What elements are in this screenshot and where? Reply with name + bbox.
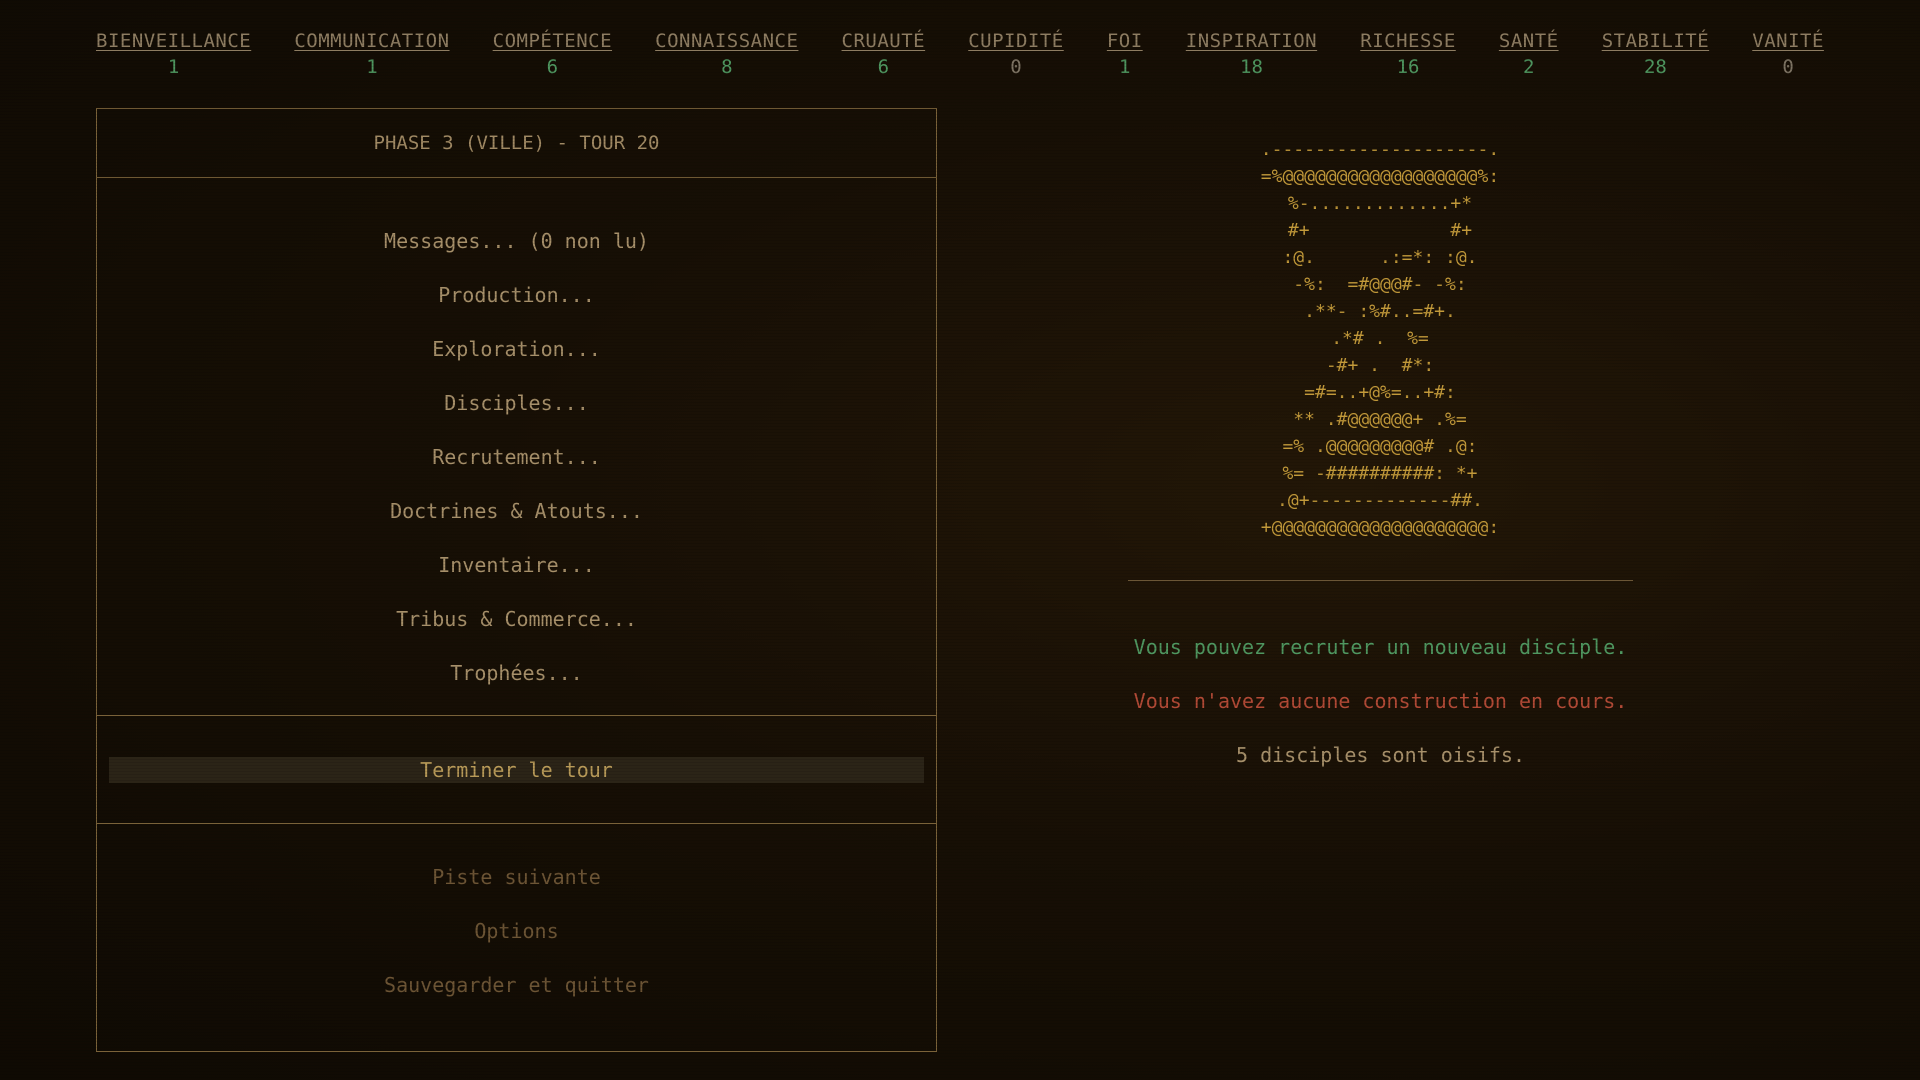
menu-item-inventaire[interactable]: Inventaire... [97,538,936,592]
stat-name[interactable]: BIENVEILLANCE [96,28,251,54]
stat-cruaute[interactable]: CRUAUTÉ 6 [842,28,926,80]
menu-item-messages[interactable]: Messages... (0 non lu) [97,214,936,268]
stat-value: 2 [1523,56,1535,78]
end-turn-section: Terminer le tour [97,716,936,824]
save-and-quit-button[interactable]: Sauvegarder et quitter [97,958,936,1012]
stat-name[interactable]: CRUAUTÉ [842,28,926,54]
stat-name[interactable]: CUPIDITÉ [968,28,1064,54]
stat-name[interactable]: CONNAISSANCE [655,28,798,54]
system-menu: Piste suivante Options Sauvegarder et qu… [97,824,936,1012]
options-button[interactable]: Options [97,904,936,958]
stat-foi[interactable]: FOI 1 [1107,28,1143,80]
menu-item-trophees[interactable]: Trophées... [97,646,936,700]
menu-item-doctrines[interactable]: Doctrines & Atouts... [97,484,936,538]
menu-item-recrutement[interactable]: Recrutement... [97,430,936,484]
menu-item-production[interactable]: Production... [97,268,936,322]
next-track-button[interactable]: Piste suivante [97,850,936,904]
stat-value: 1 [1119,56,1131,78]
stats-bar: BIENVEILLANCE 1 COMMUNICATION 1 COMPÉTEN… [96,28,1824,80]
stat-name[interactable]: INSPIRATION [1186,28,1317,54]
stat-value: 6 [877,56,890,78]
main-menu-panel: PHASE 3 (VILLE) - TOUR 20 Messages... (0… [96,108,937,1052]
ascii-art-text: .--------------------. =%@@@@@@@@@@@@@@@… [1260,139,1500,538]
city-ascii-art: .--------------------. =%@@@@@@@@@@@@@@@… [1130,136,1630,541]
stat-value: 0 [1010,56,1022,78]
stat-competence[interactable]: COMPÉTENCE 6 [493,28,612,80]
recruit-available-message: Vous pouvez recruter un nouveau disciple… [1133,635,1628,659]
stat-name[interactable]: RICHESSE [1360,28,1456,54]
stat-value: 18 [1240,56,1263,78]
stat-connaissance[interactable]: CONNAISSANCE 8 [655,28,798,80]
stat-value: 1 [167,56,180,78]
stat-name[interactable]: VANITÉ [1752,28,1824,54]
no-construction-message: Vous n'avez aucune construction en cours… [1133,689,1628,713]
idle-disciples-message: 5 disciples sont oisifs. [1236,743,1525,767]
stat-name[interactable]: COMMUNICATION [294,28,449,54]
stat-name[interactable]: SANTÉ [1499,28,1559,54]
stat-vanite[interactable]: VANITÉ 0 [1752,28,1824,80]
stat-sante[interactable]: SANTÉ 2 [1499,28,1559,80]
stat-value: 16 [1396,56,1420,78]
stat-value: 0 [1782,56,1794,78]
divider [1128,580,1633,581]
stat-name[interactable]: FOI [1107,28,1143,54]
menu-item-tribus-commerce[interactable]: Tribus & Commerce... [97,592,936,646]
stat-value: 8 [721,56,733,78]
menu-item-disciples[interactable]: Disciples... [97,376,936,430]
stat-stabilite[interactable]: STABILITÉ 28 [1602,28,1709,80]
stat-value: 6 [546,56,559,78]
stat-value: 28 [1643,56,1667,78]
phase-turn-title: PHASE 3 (VILLE) - TOUR 20 [97,109,936,178]
action-menu: Messages... (0 non lu) Production... Exp… [97,178,936,716]
end-turn-button[interactable]: Terminer le tour [109,756,924,783]
stat-richesse[interactable]: RICHESSE 16 [1360,28,1456,80]
status-messages: Vous pouvez recruter un nouveau disciple… [1128,620,1633,782]
stat-bienveillance[interactable]: BIENVEILLANCE 1 [96,28,251,80]
stat-name[interactable]: COMPÉTENCE [493,28,612,54]
menu-item-exploration[interactable]: Exploration... [97,322,936,376]
stat-name[interactable]: STABILITÉ [1602,28,1709,54]
stat-inspiration[interactable]: INSPIRATION 18 [1186,28,1317,80]
stat-value: 1 [366,56,378,78]
stat-cupidite[interactable]: CUPIDITÉ 0 [968,28,1064,80]
stat-communication[interactable]: COMMUNICATION 1 [294,28,449,80]
